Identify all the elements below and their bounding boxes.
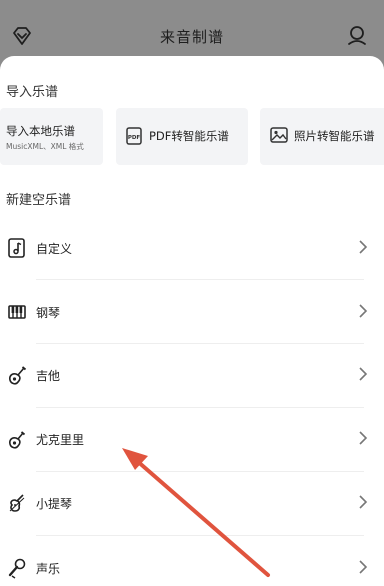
list-item-violin[interactable]: 小提琴 [0,471,384,535]
chevron-right-icon [359,240,368,254]
chevron-right-icon [359,560,368,574]
photo-to-score-card[interactable]: 照片转智能乐谱 [260,108,384,165]
ukulele-icon [9,431,26,449]
import-section-title: 导入乐谱 [6,85,59,100]
list-item-label: 吉他 [36,369,61,383]
chevron-right-icon [359,367,368,381]
import-cards-row: 导入本地乐谱 MusicXML、XML 格式 PDF PDF转智能乐谱 照片转智… [0,108,384,166]
chevron-right-icon [359,431,368,445]
chevron-right-icon [359,304,368,318]
user-icon[interactable] [346,24,368,46]
list-item-label: 自定义 [36,242,73,256]
piano-icon [8,305,26,319]
list-item-label: 钢琴 [36,306,61,320]
bottom-sheet: 导入乐谱 导入本地乐谱 MusicXML、XML 格式 PDF PDF转智能乐谱… [0,56,384,586]
music-note-icon [8,238,25,258]
pdf-to-score-label: PDF转智能乐谱 [149,129,229,143]
list-item-custom[interactable]: 自定义 [0,216,384,280]
chevron-right-icon [359,495,368,509]
pdf-to-score-card[interactable]: PDF PDF转智能乐谱 [116,108,248,165]
photo-to-score-label: 照片转智能乐谱 [294,129,375,143]
new-section-title: 新建空乐谱 [6,193,72,208]
import-local-card[interactable]: 导入本地乐谱 MusicXML、XML 格式 [0,108,103,165]
list-item-vocal[interactable]: 声乐 [0,536,384,586]
image-icon [270,127,288,143]
guitar-icon [9,366,27,385]
list-item-guitar[interactable]: 吉他 [0,343,384,407]
list-item-piano[interactable]: 钢琴 [0,280,384,344]
import-local-sub: MusicXML、XML 格式 [6,142,84,151]
violin-icon [9,494,25,512]
microphone-icon [8,558,26,579]
list-item-label: 声乐 [36,562,61,576]
list-item-label: 尤克里里 [36,433,85,447]
list-item-ukulele[interactable]: 尤克里里 [0,407,384,471]
import-local-label: 导入本地乐谱 [6,124,75,138]
list-item-label: 小提琴 [36,497,73,511]
svg-text:PDF: PDF [128,135,141,141]
page-title: 来音制谱 [159,28,224,46]
pdf-icon: PDF [126,127,142,145]
